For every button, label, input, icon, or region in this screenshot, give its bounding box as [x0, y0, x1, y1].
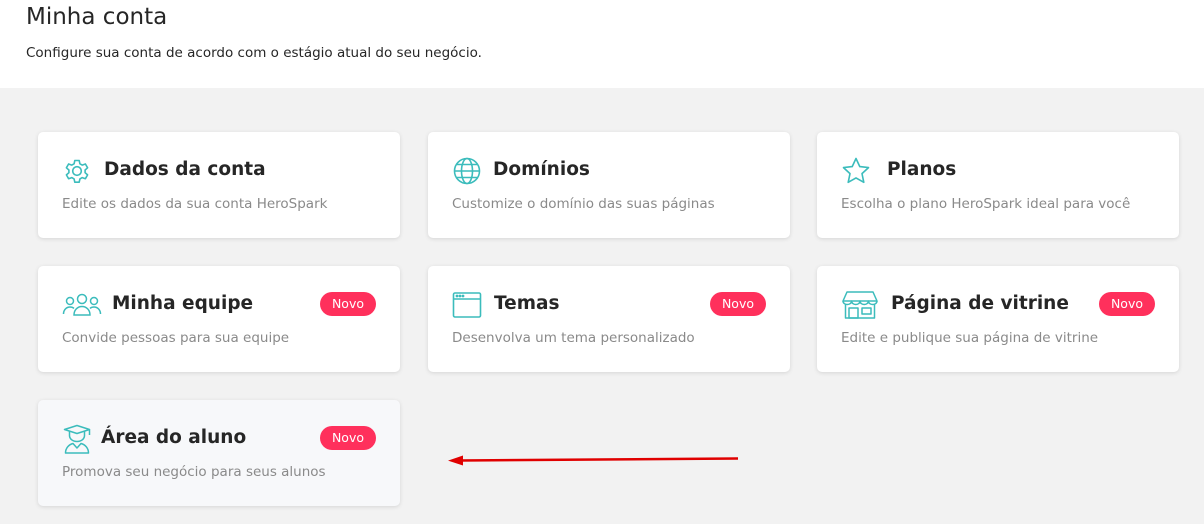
card-title: Página de vitrine [891, 293, 1069, 314]
card-description: Customize o domínio das suas páginas [452, 196, 715, 212]
annotation-arrow [448, 455, 739, 466]
browser-window-icon [452, 290, 482, 320]
page-header: Minha conta Configure sua conta de acord… [0, 0, 1204, 88]
new-badge: Novo [319, 426, 376, 450]
storefront-icon [841, 290, 879, 320]
page-subtitle: Configure sua conta de acordo com o está… [26, 45, 482, 61]
graduate-icon [62, 424, 92, 454]
new-badge: Novo [1098, 292, 1155, 316]
card-title: Planos [887, 159, 957, 180]
new-badge: Novo [709, 292, 766, 316]
globe-icon [452, 156, 482, 186]
gear-icon [62, 156, 92, 186]
card-title: Temas [494, 293, 560, 314]
card-description: Desenvolva um tema personalizado [452, 330, 695, 346]
card-description: Edite os dados da sua conta HeroSpark [62, 196, 328, 212]
card-temas[interactable]: Temas Novo Desenvolva um tema personaliz… [428, 266, 790, 372]
card-description: Escolha o plano HeroSpark ideal para voc… [841, 196, 1131, 212]
card-pagina-de-vitrine[interactable]: Página de vitrine Novo Edite e publique … [817, 266, 1179, 372]
star-icon [841, 156, 871, 186]
card-area-do-aluno[interactable]: Área do aluno Novo Promova seu negócio p… [38, 400, 400, 506]
card-dominios[interactable]: Domínios Customize o domínio das suas pá… [428, 132, 790, 238]
card-dados-da-conta[interactable]: Dados da conta Edite os dados da sua con… [38, 132, 400, 238]
card-planos[interactable]: Planos Escolha o plano HeroSpark ideal p… [817, 132, 1179, 238]
card-title: Área do aluno [101, 427, 247, 448]
team-icon [62, 290, 102, 320]
card-description: Convide pessoas para sua equipe [62, 330, 290, 346]
new-badge: Novo [319, 292, 376, 316]
page-title: Minha conta [26, 4, 168, 30]
card-minha-equipe[interactable]: Minha equipe Novo Convide pessoas para s… [38, 266, 400, 372]
card-title: Dados da conta [104, 159, 266, 180]
card-title: Domínios [493, 159, 590, 180]
card-description: Edite e publique sua página de vitrine [841, 330, 1099, 346]
card-description: Promova seu negócio para seus alunos [62, 464, 326, 480]
card-title: Minha equipe [112, 293, 254, 314]
